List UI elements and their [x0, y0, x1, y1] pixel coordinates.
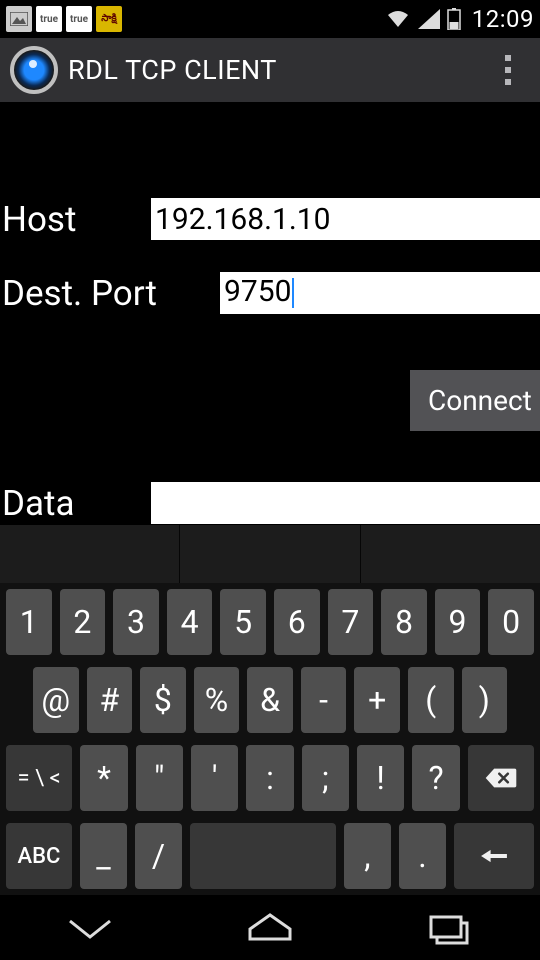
port-row: Dest. Port 9750: [0, 256, 540, 330]
key-9[interactable]: 9: [435, 589, 481, 655]
port-label: Dest. Port: [0, 273, 220, 314]
key-dquot[interactable]: ": [136, 745, 183, 811]
status-bar: true true సాక్షి 12:09: [0, 0, 540, 38]
navigation-bar: [0, 895, 540, 960]
key-period[interactable]: .: [399, 823, 446, 889]
signal-icon: [418, 6, 440, 32]
key-hash[interactable]: #: [87, 667, 133, 733]
key-8[interactable]: 8: [381, 589, 427, 655]
key-backspace[interactable]: [468, 745, 534, 811]
content-area: Host Dest. Port 9750 Connect Data: [0, 102, 540, 525]
status-time: 12:09: [472, 5, 534, 33]
battery-icon: [447, 6, 461, 32]
overflow-menu-button[interactable]: [486, 42, 530, 98]
key-6[interactable]: 6: [274, 589, 320, 655]
soft-keyboard: 1 2 3 4 5 6 7 8 9 0 @ # $ % & - + ( ) = …: [0, 583, 540, 895]
key-row-4: ABC _ / , .: [6, 823, 534, 889]
key-quest[interactable]: ?: [412, 745, 459, 811]
data-input[interactable]: [151, 482, 540, 524]
nav-back-button[interactable]: [55, 909, 125, 953]
key-7[interactable]: 7: [328, 589, 374, 655]
key-3[interactable]: 3: [113, 589, 159, 655]
key-0[interactable]: 0: [488, 589, 534, 655]
host-input[interactable]: [151, 198, 540, 240]
key-colon[interactable]: :: [246, 745, 293, 811]
key-row-2: @ # $ % & - + ( ): [6, 667, 534, 733]
ime-suggestion-3[interactable]: [361, 525, 540, 583]
key-lparen[interactable]: (: [408, 667, 454, 733]
key-4[interactable]: 4: [167, 589, 213, 655]
enter-icon: [477, 843, 511, 869]
data-label: Data: [0, 483, 151, 524]
key-abc-mode[interactable]: ABC: [6, 823, 72, 889]
backspace-icon: [484, 765, 518, 791]
app-true-1-icon: true: [36, 6, 62, 32]
key-scolon[interactable]: ;: [302, 745, 349, 811]
key-2[interactable]: 2: [60, 589, 106, 655]
action-bar: RDL TCP CLIENT: [0, 38, 540, 102]
key-squot[interactable]: ': [191, 745, 238, 811]
key-rparen[interactable]: ): [462, 667, 508, 733]
key-row-1: 1 2 3 4 5 6 7 8 9 0: [6, 589, 534, 655]
key-comma[interactable]: ,: [344, 823, 391, 889]
key-star[interactable]: *: [80, 745, 127, 811]
key-amp[interactable]: &: [247, 667, 293, 733]
key-space[interactable]: [190, 823, 336, 889]
data-row: Data: [0, 481, 540, 525]
key-percent[interactable]: %: [194, 667, 240, 733]
app-title: RDL TCP CLIENT: [68, 54, 277, 86]
connect-button[interactable]: Connect: [410, 370, 540, 431]
port-input[interactable]: 9750: [220, 272, 540, 314]
nav-recents-button[interactable]: [415, 909, 485, 953]
key-minus[interactable]: -: [301, 667, 347, 733]
key-row-3: = \ < * " ' : ; ! ?: [6, 745, 534, 811]
key-underscore[interactable]: _: [80, 823, 127, 889]
key-1[interactable]: 1: [6, 589, 52, 655]
nav-home-button[interactable]: [235, 909, 305, 953]
key-dollar[interactable]: $: [140, 667, 186, 733]
key-5[interactable]: 5: [220, 589, 266, 655]
ime-suggestion-2[interactable]: [180, 525, 360, 583]
key-symbols-shift[interactable]: = \ <: [6, 745, 72, 811]
app-sakshi-icon: సాక్షి: [96, 6, 122, 32]
key-enter[interactable]: [454, 823, 534, 889]
host-label: Host: [0, 199, 151, 240]
key-plus[interactable]: +: [354, 667, 400, 733]
app-logo-icon: [10, 46, 58, 94]
wifi-icon: [385, 6, 411, 32]
status-right-icons: 12:09: [385, 5, 534, 33]
key-at[interactable]: @: [33, 667, 79, 733]
app-true-2-icon: true: [66, 6, 92, 32]
host-row: Host: [0, 182, 540, 256]
gallery-icon: [6, 6, 32, 32]
status-left-icons: true true సాక్షి: [6, 6, 122, 32]
ime-suggestion-1[interactable]: [0, 525, 180, 583]
key-slash[interactable]: /: [135, 823, 182, 889]
key-excl[interactable]: !: [357, 745, 404, 811]
ime-suggestion-strip: [0, 525, 540, 583]
